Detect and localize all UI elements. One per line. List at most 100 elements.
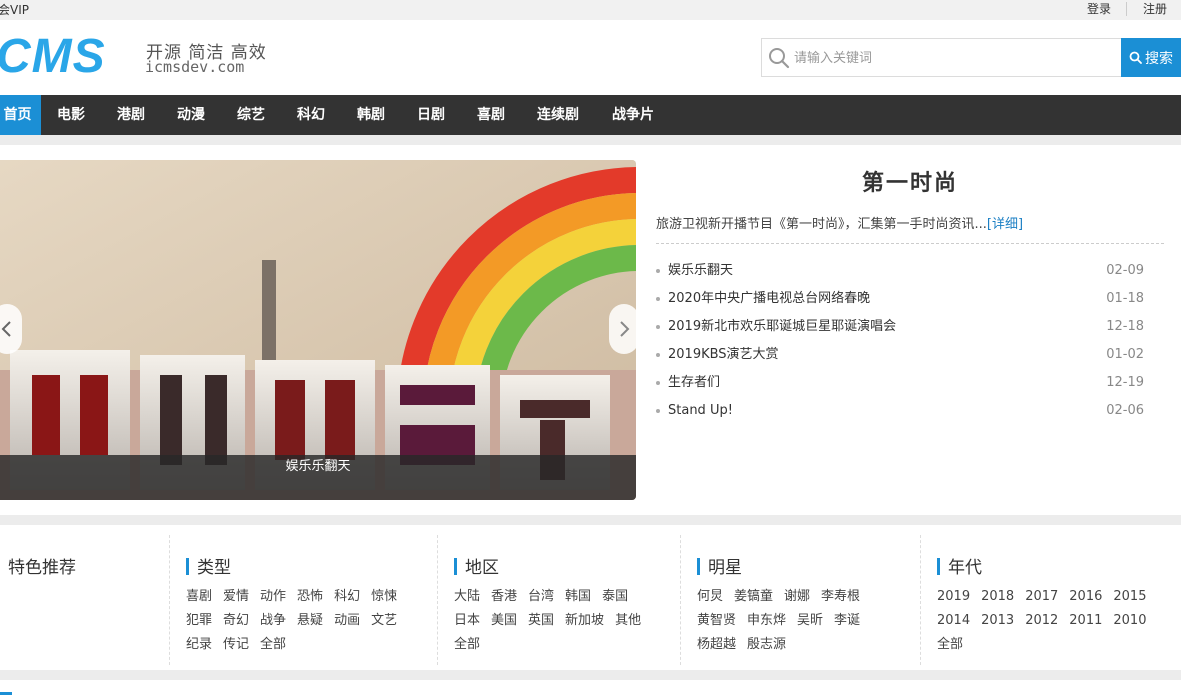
- region-tag[interactable]: 韩国: [565, 585, 591, 609]
- type-tag[interactable]: 传记: [223, 633, 249, 657]
- news-date: 12-19: [1106, 375, 1144, 390]
- carousel-image: [0, 160, 636, 500]
- year-tag[interactable]: 2017: [1025, 585, 1058, 609]
- star-tag[interactable]: 申东烨: [747, 609, 786, 633]
- star-tag[interactable]: 姜镐童: [734, 585, 773, 609]
- logo-domain: icmsdev.com: [145, 58, 245, 76]
- region-tag[interactable]: 大陆: [454, 585, 480, 609]
- year-tag[interactable]: 2013: [981, 609, 1014, 633]
- featured-column: 特色推荐: [0, 535, 169, 665]
- region-tag[interactable]: 全部: [454, 633, 480, 657]
- carousel-next-button[interactable]: [609, 304, 639, 354]
- news-item[interactable]: 生存者们 12-19: [656, 369, 1146, 397]
- star-tag[interactable]: 黄智贤: [697, 609, 736, 633]
- type-tag[interactable]: 悬疑: [297, 609, 323, 633]
- feature-more-link[interactable]: [详细]: [987, 217, 1023, 232]
- news-item[interactable]: 2019KBS演艺大赏 01-02: [656, 341, 1146, 369]
- year-tag[interactable]: 全部: [937, 633, 963, 657]
- register-link[interactable]: 注册: [1143, 0, 1167, 17]
- star-tag[interactable]: 李寿根: [821, 585, 860, 609]
- feature-description: 旅游卫视新开播节目《第一时尚》，汇集第一手时尚资讯...[详细]: [656, 213, 1023, 232]
- news-date: 01-18: [1106, 291, 1144, 306]
- star-column: 明星 何炅 姜镐童 谢娜 李寿根 黄智贤 申东烨 吴昕 李诞 杨超越 殷志源: [680, 535, 920, 665]
- nav-item-comedy[interactable]: 喜剧: [470, 95, 512, 135]
- carousel-prev-button[interactable]: [0, 304, 22, 354]
- news-title: 娱乐乐翻天: [668, 263, 734, 278]
- nav-item-scifi[interactable]: 科幻: [290, 95, 332, 135]
- type-tag[interactable]: 爱情: [223, 585, 249, 609]
- type-tag[interactable]: 全部: [260, 633, 286, 657]
- type-tag[interactable]: 战争: [260, 609, 286, 633]
- star-tag[interactable]: 吴昕: [797, 609, 823, 633]
- region-tag[interactable]: 英国: [528, 609, 554, 633]
- main-nav: 首页 电影 港剧 动漫 综艺 科幻 韩剧 日剧 喜剧 连续剧 战争片: [0, 95, 1181, 135]
- carousel-slide[interactable]: 娱乐乐翻天: [0, 160, 636, 500]
- year-tag[interactable]: 2011: [1069, 609, 1102, 633]
- nav-item-jdrama[interactable]: 日剧: [410, 95, 452, 135]
- year-tag[interactable]: 2012: [1025, 609, 1058, 633]
- featured-heading: 特色推荐: [8, 558, 76, 578]
- nav-item-movie[interactable]: 电影: [50, 95, 92, 135]
- news-title: 2020年中央广播电视总台网络春晚: [668, 291, 871, 306]
- bullet-icon: [656, 325, 660, 329]
- nav-item-anime[interactable]: 动漫: [170, 95, 212, 135]
- star-tag[interactable]: 谢娜: [784, 585, 810, 609]
- type-tag[interactable]: 喜剧: [186, 585, 212, 609]
- type-tag[interactable]: 犯罪: [186, 609, 212, 633]
- search-box: [761, 38, 1122, 77]
- feature-title[interactable]: 第一时尚: [656, 165, 1164, 197]
- topbar-divider: [1126, 2, 1127, 16]
- type-tag[interactable]: 惊悚: [371, 585, 397, 609]
- star-tag[interactable]: 殷志源: [747, 633, 786, 657]
- bullet-icon: [656, 269, 660, 273]
- year-tag[interactable]: 2018: [981, 585, 1014, 609]
- search-input[interactable]: [794, 48, 1114, 68]
- type-tag[interactable]: 文艺: [371, 609, 397, 633]
- type-tag[interactable]: 动作: [260, 585, 286, 609]
- news-item[interactable]: 2020年中央广播电视总台网络春晚 01-18: [656, 285, 1146, 313]
- login-link[interactable]: 登录: [1087, 0, 1111, 17]
- nav-item-home[interactable]: 首页: [0, 95, 41, 135]
- year-tag[interactable]: 2014: [937, 609, 970, 633]
- type-tag[interactable]: 恐怖: [297, 585, 323, 609]
- news-date: 01-02: [1106, 347, 1144, 362]
- region-tag[interactable]: 其他: [615, 609, 641, 633]
- year-tag[interactable]: 2016: [1069, 585, 1102, 609]
- nav-item-variety[interactable]: 综艺: [230, 95, 272, 135]
- nav-item-hk-drama[interactable]: 港剧: [110, 95, 152, 135]
- region-tag[interactable]: 日本: [454, 609, 480, 633]
- star-tag[interactable]: 何炅: [697, 585, 723, 609]
- vip-link[interactable]: 会VIP: [0, 1, 29, 18]
- type-tag[interactable]: 纪录: [186, 633, 212, 657]
- news-item[interactable]: 娱乐乐翻天 02-09: [656, 257, 1146, 285]
- chevron-right-icon: [620, 321, 630, 337]
- type-tag[interactable]: 科幻: [334, 585, 360, 609]
- star-tag[interactable]: 李诞: [834, 609, 860, 633]
- type-column: 类型 喜剧 爱情 动作 恐怖 科幻 惊悚 犯罪 奇幻 战争 悬疑 动画 文艺 纪录 传记 全部: [169, 535, 437, 665]
- nav-item-kdrama[interactable]: 韩剧: [350, 95, 392, 135]
- nav-item-series[interactable]: 连续剧: [530, 95, 586, 135]
- year-tag[interactable]: 2019: [937, 585, 970, 609]
- search-bar: 搜索: [761, 38, 1181, 77]
- star-tag[interactable]: 杨超越: [697, 633, 736, 657]
- search-button-label: 搜索: [1145, 50, 1173, 67]
- type-tag[interactable]: 奇幻: [223, 609, 249, 633]
- search-button[interactable]: 搜索: [1121, 38, 1181, 77]
- region-tag[interactable]: 新加坡: [565, 609, 604, 633]
- bullet-icon: [656, 297, 660, 301]
- news-item[interactable]: Stand Up! 02-06: [656, 397, 1146, 425]
- logo[interactable]: CMS: [0, 28, 106, 86]
- news-title: 2019KBS演艺大赏: [668, 347, 779, 362]
- region-tag[interactable]: 香港: [491, 585, 517, 609]
- news-item[interactable]: 2019新北市欢乐耶诞城巨星耶诞演唱会 12-18: [656, 313, 1146, 341]
- news-title: 生存者们: [668, 375, 721, 390]
- category-panel: 特色推荐 类型 喜剧 爱情 动作 恐怖 科幻 惊悚 犯罪 奇幻 战争 悬疑 动画 文艺 纪录 传记 全部 地…: [0, 525, 1181, 670]
- region-tag[interactable]: 泰国: [602, 585, 628, 609]
- year-tag[interactable]: 2010: [1113, 609, 1146, 633]
- region-tag[interactable]: 美国: [491, 609, 517, 633]
- type-tag[interactable]: 动画: [334, 609, 360, 633]
- nav-item-war[interactable]: 战争片: [605, 95, 661, 135]
- feature-divider: [656, 243, 1164, 244]
- year-tag[interactable]: 2015: [1113, 585, 1146, 609]
- region-tag[interactable]: 台湾: [528, 585, 554, 609]
